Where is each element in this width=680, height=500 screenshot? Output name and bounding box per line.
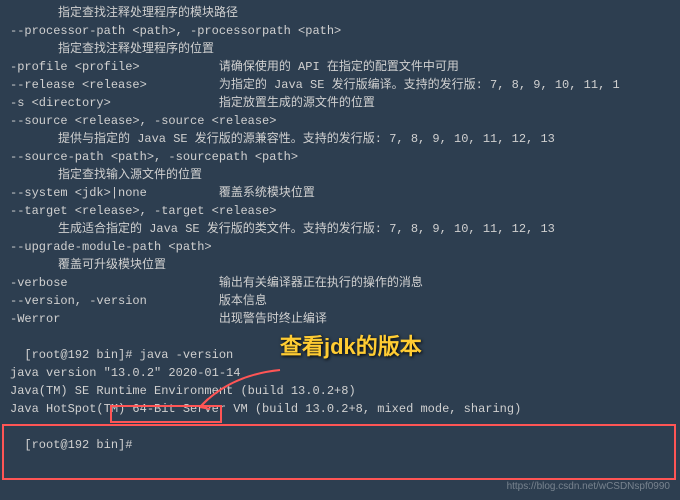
terminal-line: --source-path <path>, -sourcepath <path>	[10, 148, 670, 166]
terminal-output: java version "13.0.2" 2020-01-14	[10, 364, 670, 382]
terminal-line: 指定查找注释处理程序的位置	[10, 40, 670, 58]
terminal-line: --version, -version 版本信息	[10, 292, 670, 310]
terminal-line: 生成适合指定的 Java SE 发行版的类文件。支持的发行版: 7, 8, 9,…	[10, 220, 670, 238]
terminal-line: --system <jdk>|none 覆盖系统模块位置	[10, 184, 670, 202]
terminal-output: Java(TM) SE Runtime Environment (build 1…	[10, 382, 670, 400]
shell-prompt: [root@192 bin]#	[24, 348, 139, 362]
terminal-line: -Werror 出现警告时终止编译	[10, 310, 670, 328]
terminal-line: 覆盖可升级模块位置	[10, 256, 670, 274]
terminal-line: -profile <profile> 请确保使用的 API 在指定的配置文件中可…	[10, 58, 670, 76]
terminal-line: --release <release> 为指定的 Java SE 发行版编译。支…	[10, 76, 670, 94]
terminal-output: Java HotSpot(TM) 64-Bit Server VM (build…	[10, 400, 670, 418]
command-text: java -version	[140, 348, 234, 362]
watermark-text: https://blog.csdn.net/wCSDNspf0990	[507, 478, 670, 496]
terminal-line: -s <directory> 指定放置生成的源文件的位置	[10, 94, 670, 112]
terminal-line: 指定查找注释处理程序的模块路径	[10, 4, 670, 22]
shell-prompt: [root@192 bin]#	[24, 438, 139, 452]
annotation-label: 查看jdk的版本	[280, 338, 422, 356]
terminal-line: 指定查找输入源文件的位置	[10, 166, 670, 184]
terminal-prompt-line[interactable]: [root@192 bin]#	[10, 418, 670, 454]
terminal-line: -verbose 输出有关编译器正在执行的操作的消息	[10, 274, 670, 292]
terminal-line: --processor-path <path>, -processorpath …	[10, 22, 670, 40]
terminal-line: 提供与指定的 Java SE 发行版的源兼容性。支持的发行版: 7, 8, 9,…	[10, 130, 670, 148]
terminal-line: --target <release>, -target <release>	[10, 202, 670, 220]
terminal-line: --source <release>, -source <release>	[10, 112, 670, 130]
terminal-line: --upgrade-module-path <path>	[10, 238, 670, 256]
